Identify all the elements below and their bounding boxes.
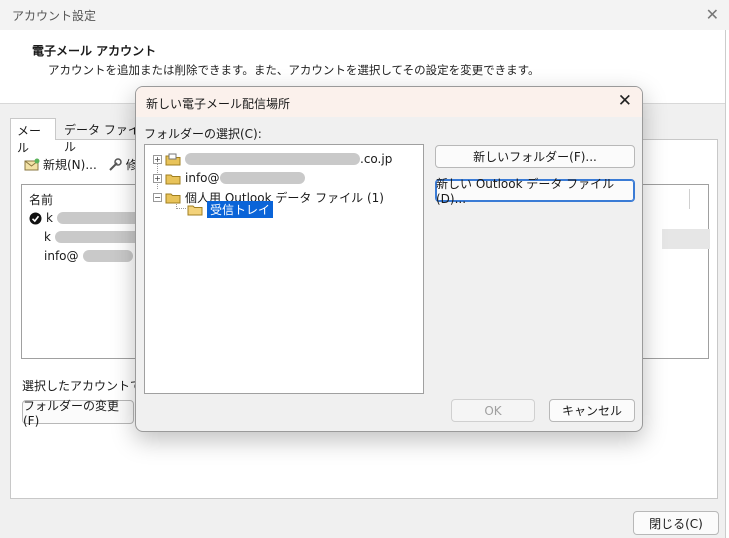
collapse-icon[interactable]: − [153,192,162,202]
account-row[interactable]: k [29,211,147,225]
new-mail-icon [24,158,40,170]
ok-label: OK [484,403,502,418]
tree-item-account-2[interactable]: + info@ [153,169,305,187]
dialog-close-icon[interactable]: ✕ [618,91,632,111]
close-button[interactable]: 閉じる(C) [633,511,719,535]
new-folder-label: 新しいフォルダー(F)... [473,150,597,164]
dialog-title-bar: 新しい電子メール配信場所 ✕ [136,87,642,117]
default-check-icon [29,212,42,224]
expand-icon[interactable]: + [153,154,162,164]
title-bar: アカウント設定 ✕ [0,0,729,30]
expand-icon[interactable]: + [153,173,162,183]
tree-item-label: .co.jp [360,152,393,166]
folder-select-label: フォルダーの選択(C): [144,127,262,141]
wrench-icon [109,157,122,171]
account-row[interactable]: k [44,230,145,244]
tree-line [176,208,186,209]
new-data-file-label: 新しい Outlook データ ファイル(D)... [436,177,615,206]
ok-button[interactable]: OK [451,399,535,422]
folder-tree[interactable]: + .co.jp + info@ − 個人用 Outlook データ ファイル … [144,144,424,394]
new-folder-button[interactable]: 新しいフォルダー(F)... [435,145,635,168]
change-folder-button[interactable]: フォルダーの変更(F) [22,399,134,428]
redacted-text [56,212,147,224]
account-name: k [44,230,51,244]
new-delivery-location-dialog: 新しい電子メール配信場所 ✕ フォルダーの選択(C): + .co.jp + i… [135,86,643,432]
data-file-folder-icon [165,193,181,203]
tree-item-inbox[interactable]: 受信トレイ [187,200,274,218]
list-column-divider [689,189,690,209]
list-header-name: 名前 [29,193,54,207]
tree-item-account-1[interactable]: + .co.jp [153,150,392,168]
window-edge [725,30,729,538]
redacted-text [82,250,133,262]
dialog-title: 新しい電子メール配信場所 [146,97,291,111]
close-button-label: 閉じる(C) [649,516,703,531]
inbox-folder-icon [187,205,203,215]
account-row[interactable]: info@ [44,249,133,263]
new-account-label: 新規(N)... [43,158,97,172]
account-name: k [46,211,53,225]
tab-mail[interactable]: メール [10,118,56,155]
account-toolbar: 新規(N)... 修 [24,156,138,173]
list-row-highlight [662,229,710,249]
header-title: 電子メール アカウント [32,44,157,58]
new-data-file-button[interactable]: 新しい Outlook データ ファイル(D)... [435,177,635,206]
mail-folder-icon [165,174,181,184]
window-close-icon[interactable]: ✕ [706,5,719,24]
redacted-text [219,172,305,184]
repair-button[interactable]: 修 [107,156,138,173]
redacted-text [185,153,360,165]
change-folder-label: フォルダーの変更(F) [23,398,120,428]
redacted-text [54,231,145,243]
account-name: info@ [44,249,79,263]
cancel-label: キャンセル [561,404,622,418]
header-description: アカウントを追加または削除できます。また、アカウントを選択してその設定を変更でき… [48,63,540,77]
cancel-button[interactable]: キャンセル [549,399,635,422]
mail-folder-icon [165,153,181,165]
window-title: アカウント設定 [12,9,97,23]
tree-item-label-selected: 受信トレイ [207,200,274,218]
new-account-button[interactable]: 新規(N)... [24,156,97,173]
tree-item-label: info@ [185,171,220,185]
